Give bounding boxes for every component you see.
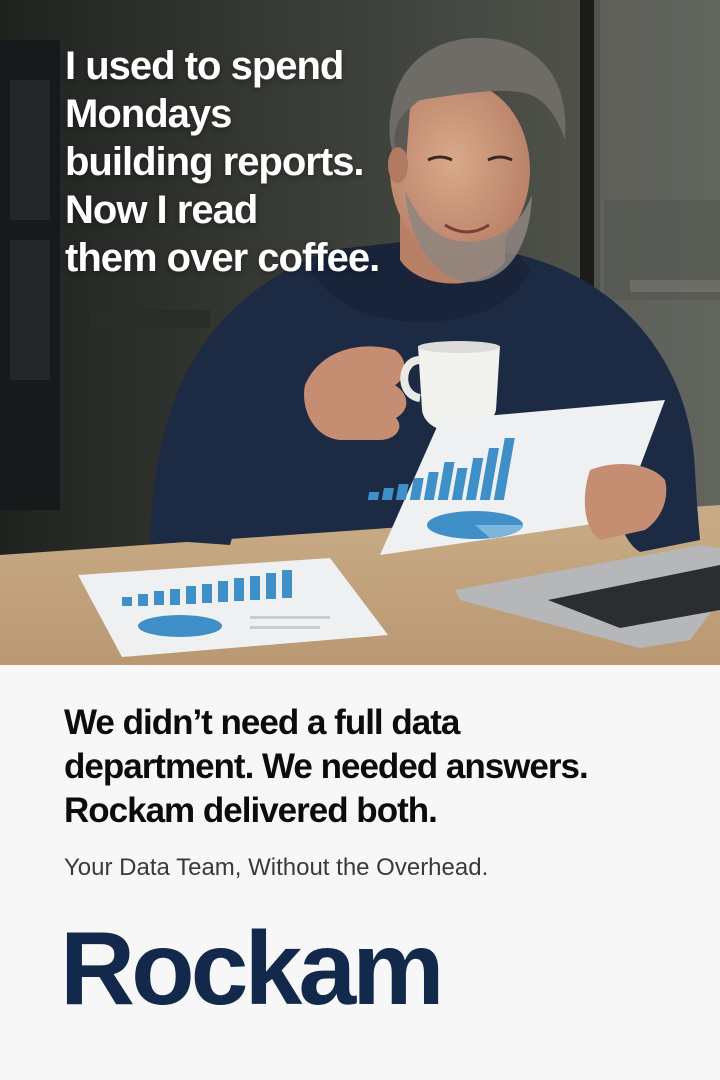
hero-photo: I used to spend Mondays building reports… (0, 0, 720, 665)
headline-line: Mondays (65, 92, 232, 136)
headline-line: Now I read (65, 188, 258, 232)
headline: I used to spend Mondays building reports… (65, 42, 445, 282)
testimonial-line: We didn’t need a full data (64, 703, 460, 742)
testimonial-quote: We didn’t need a full data department. W… (64, 701, 684, 833)
ad-poster: I used to spend Mondays building reports… (0, 0, 720, 1080)
copy-panel: We didn’t need a full data department. W… (0, 665, 720, 1080)
testimonial-line: Rockam delivered both. (64, 791, 438, 830)
brand-logo: Rockam (60, 911, 445, 1027)
testimonial-line: department. We needed answers. (64, 747, 589, 786)
headline-line: I used to spend (65, 44, 344, 88)
tagline: Your Data Team, Without the Overhead. (64, 854, 489, 881)
headline-line: building reports. (65, 140, 365, 184)
desk-report-pie-chart (138, 615, 222, 637)
headline-line: them over coffee. (65, 236, 380, 280)
